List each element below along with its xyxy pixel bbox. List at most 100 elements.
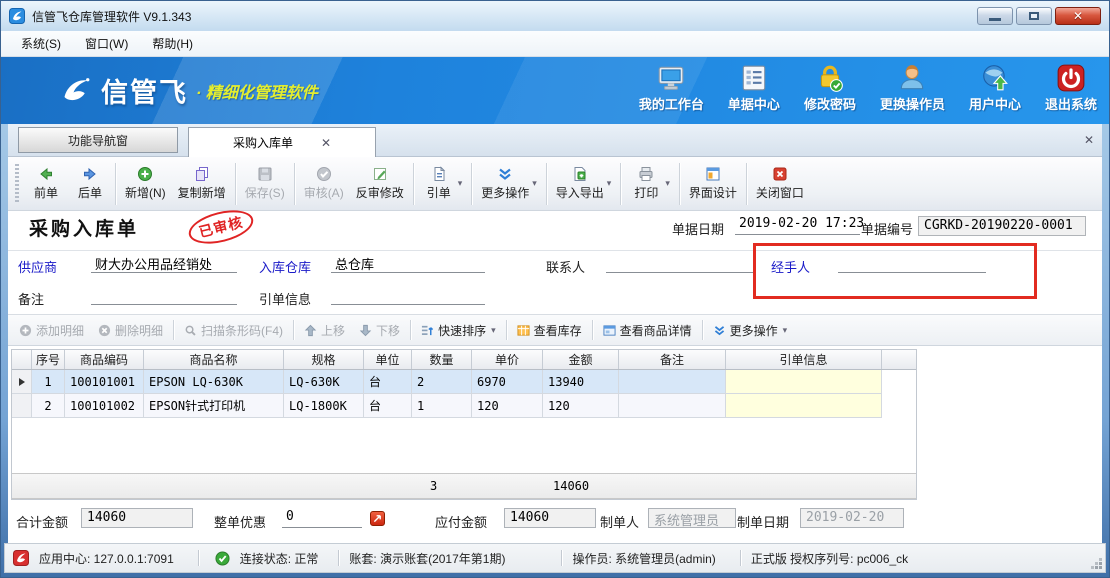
toolbar-separator bbox=[293, 320, 294, 340]
column-header-remark[interactable]: 备注 bbox=[619, 350, 726, 369]
banner-actions: 我的工作台 单据中心 修改密码 更换操作员 用户中心 退出系统 bbox=[639, 63, 1097, 113]
cell-remark[interactable] bbox=[619, 394, 726, 418]
ref-info-field[interactable] bbox=[331, 286, 485, 305]
cell-ref[interactable] bbox=[726, 370, 882, 394]
double-chevron-icon bbox=[497, 166, 513, 182]
cell-qty[interactable]: 2 bbox=[412, 370, 472, 394]
tabstrip-close-icon[interactable]: ✕ bbox=[1084, 133, 1094, 147]
cell-price[interactable]: 120 bbox=[472, 394, 543, 418]
table-row[interactable]: 1 100101001 EPSON LQ-630K LQ-630K 台 2 69… bbox=[12, 370, 916, 394]
maximize-icon bbox=[1029, 12, 1039, 20]
cell-ref[interactable] bbox=[726, 394, 882, 418]
new-button[interactable]: 新增(N) bbox=[119, 164, 172, 203]
banner: 信管飞 · 精细化管理软件 我的工作台 单据中心 修改密码 更换操作员 bbox=[1, 57, 1109, 124]
banner-action-exit-system[interactable]: 退出系统 bbox=[1045, 63, 1097, 113]
cell-code[interactable]: 100101002 bbox=[65, 394, 144, 418]
cell-qty[interactable]: 1 bbox=[412, 394, 472, 418]
main-content: 功能导航窗 采购入库单 ✕ ✕ 前单 后单 新增(N) 复制新增 bbox=[8, 124, 1102, 543]
menu-window[interactable]: 窗口(W) bbox=[73, 32, 140, 55]
pull-doc-button[interactable]: 引单 ▾ bbox=[417, 164, 469, 203]
column-header-amount[interactable]: 金额 bbox=[543, 350, 619, 369]
save-button: 保存(S) bbox=[239, 164, 291, 203]
column-header-ref[interactable]: 引单信息 bbox=[726, 350, 882, 369]
view-stock-button[interactable]: 查看库存 bbox=[510, 319, 589, 342]
button-label: 复制新增 bbox=[178, 184, 226, 201]
import-export-button[interactable]: 导入导出 ▾ bbox=[550, 164, 618, 203]
warehouse-field[interactable]: 总仓库 bbox=[331, 254, 485, 273]
make-date-label: 制单日期 bbox=[737, 512, 789, 531]
column-header-spec[interactable]: 规格 bbox=[284, 350, 364, 369]
arrow-down-icon bbox=[359, 324, 372, 337]
doc-date-field[interactable]: 2019-02-20 17:23 bbox=[735, 216, 860, 235]
discount-field[interactable]: 0 bbox=[282, 509, 362, 528]
maximize-button[interactable] bbox=[1016, 7, 1052, 25]
column-header-unit[interactable]: 单位 bbox=[364, 350, 412, 369]
ui-design-button[interactable]: 界面设计 bbox=[683, 164, 743, 203]
more-actions-button[interactable]: 更多操作 ▾ bbox=[475, 164, 543, 203]
discount-action-button[interactable] bbox=[370, 511, 385, 526]
cell-name[interactable]: EPSON针式打印机 bbox=[144, 394, 284, 418]
items-table: 序号 商品编码 商品名称 规格 单位 数量 单价 金额 备注 引单信息 1 10… bbox=[11, 349, 917, 500]
cell-unit[interactable]: 台 bbox=[364, 370, 412, 394]
maker-field: 系统管理员 bbox=[648, 508, 736, 528]
banner-action-change-password[interactable]: 修改密码 bbox=[804, 63, 856, 113]
cell-code[interactable]: 100101001 bbox=[65, 370, 144, 394]
app-logo-icon bbox=[9, 8, 25, 24]
resize-grip[interactable] bbox=[1099, 566, 1102, 569]
cell-amount[interactable]: 120 bbox=[543, 394, 619, 418]
doc-number-field: CGRKD-20190220-0001 bbox=[918, 216, 1086, 236]
cell-remark[interactable] bbox=[619, 370, 726, 394]
tab-purchase-inbound[interactable]: 采购入库单 ✕ bbox=[188, 127, 376, 157]
banner-action-document-center[interactable]: 单据中心 bbox=[728, 63, 780, 113]
detail-more-actions-button[interactable]: 更多操作 ▾ bbox=[706, 319, 795, 342]
brand-logo-icon bbox=[57, 73, 93, 109]
copy-icon bbox=[194, 166, 210, 182]
next-doc-button[interactable]: 后单 bbox=[68, 164, 112, 203]
quick-sort-button[interactable]: 快速排序 ▾ bbox=[414, 319, 503, 342]
contact-field[interactable] bbox=[606, 254, 755, 273]
cell-spec[interactable]: LQ-630K bbox=[284, 370, 364, 394]
copy-new-button[interactable]: 复制新增 bbox=[172, 164, 232, 203]
cell-unit[interactable]: 台 bbox=[364, 394, 412, 418]
button-label: 反审修改 bbox=[356, 184, 404, 201]
button-label: 打印 bbox=[634, 184, 658, 201]
tab-navigation[interactable]: 功能导航窗 bbox=[18, 127, 178, 153]
banner-action-my-workspace[interactable]: 我的工作台 bbox=[639, 63, 704, 113]
column-header-code[interactable]: 商品编码 bbox=[65, 350, 144, 369]
column-header-qty[interactable]: 数量 bbox=[412, 350, 472, 369]
edit-icon bbox=[372, 166, 388, 182]
close-button[interactable]: ✕ bbox=[1055, 7, 1101, 25]
toolbar-grip[interactable] bbox=[15, 164, 19, 204]
cell-price[interactable]: 6970 bbox=[472, 370, 543, 394]
prev-doc-button[interactable]: 前单 bbox=[24, 164, 68, 203]
toolbar-separator bbox=[746, 163, 747, 205]
status-license: 正式版 授权序列号: pc006_ck bbox=[751, 550, 908, 567]
table-row[interactable]: 2 100101002 EPSON针式打印机 LQ-1800K 台 1 120 … bbox=[12, 394, 916, 418]
document-icon bbox=[431, 166, 447, 182]
menu-system[interactable]: 系统(S) bbox=[9, 32, 73, 55]
banner-action-user-center[interactable]: 用户中心 bbox=[969, 63, 1021, 113]
column-header-seq[interactable]: 序号 bbox=[32, 350, 65, 369]
column-header-price[interactable]: 单价 bbox=[472, 350, 543, 369]
app-logo-red-icon bbox=[13, 550, 29, 566]
remark-field[interactable] bbox=[91, 286, 237, 305]
column-header-name[interactable]: 商品名称 bbox=[144, 350, 284, 369]
summary-amount-total: 14060 bbox=[543, 479, 663, 493]
close-window-button[interactable]: 关闭窗口 bbox=[750, 164, 810, 203]
cell-spec[interactable]: LQ-1800K bbox=[284, 394, 364, 418]
titlebar[interactable]: 信管飞仓库管理软件 V9.1.343 ✕ bbox=[1, 1, 1109, 31]
cell-seq[interactable]: 2 bbox=[32, 394, 65, 418]
supplier-field[interactable]: 财大办公用品经销处 bbox=[91, 254, 237, 273]
print-button[interactable]: 打印 ▾ bbox=[624, 164, 676, 203]
unapprove-edit-button[interactable]: 反审修改 bbox=[350, 164, 410, 203]
status-separator bbox=[338, 550, 339, 566]
view-product-details-button[interactable]: 查看商品详情 bbox=[596, 319, 699, 342]
banner-action-switch-operator[interactable]: 更换操作员 bbox=[880, 63, 945, 113]
tab-close-icon[interactable]: ✕ bbox=[321, 136, 331, 150]
status-separator bbox=[561, 550, 562, 566]
minimize-button[interactable] bbox=[977, 7, 1013, 25]
cell-seq[interactable]: 1 bbox=[32, 370, 65, 394]
cell-name[interactable]: EPSON LQ-630K bbox=[144, 370, 284, 394]
cell-amount[interactable]: 13940 bbox=[543, 370, 619, 394]
menu-help[interactable]: 帮助(H) bbox=[140, 32, 205, 55]
